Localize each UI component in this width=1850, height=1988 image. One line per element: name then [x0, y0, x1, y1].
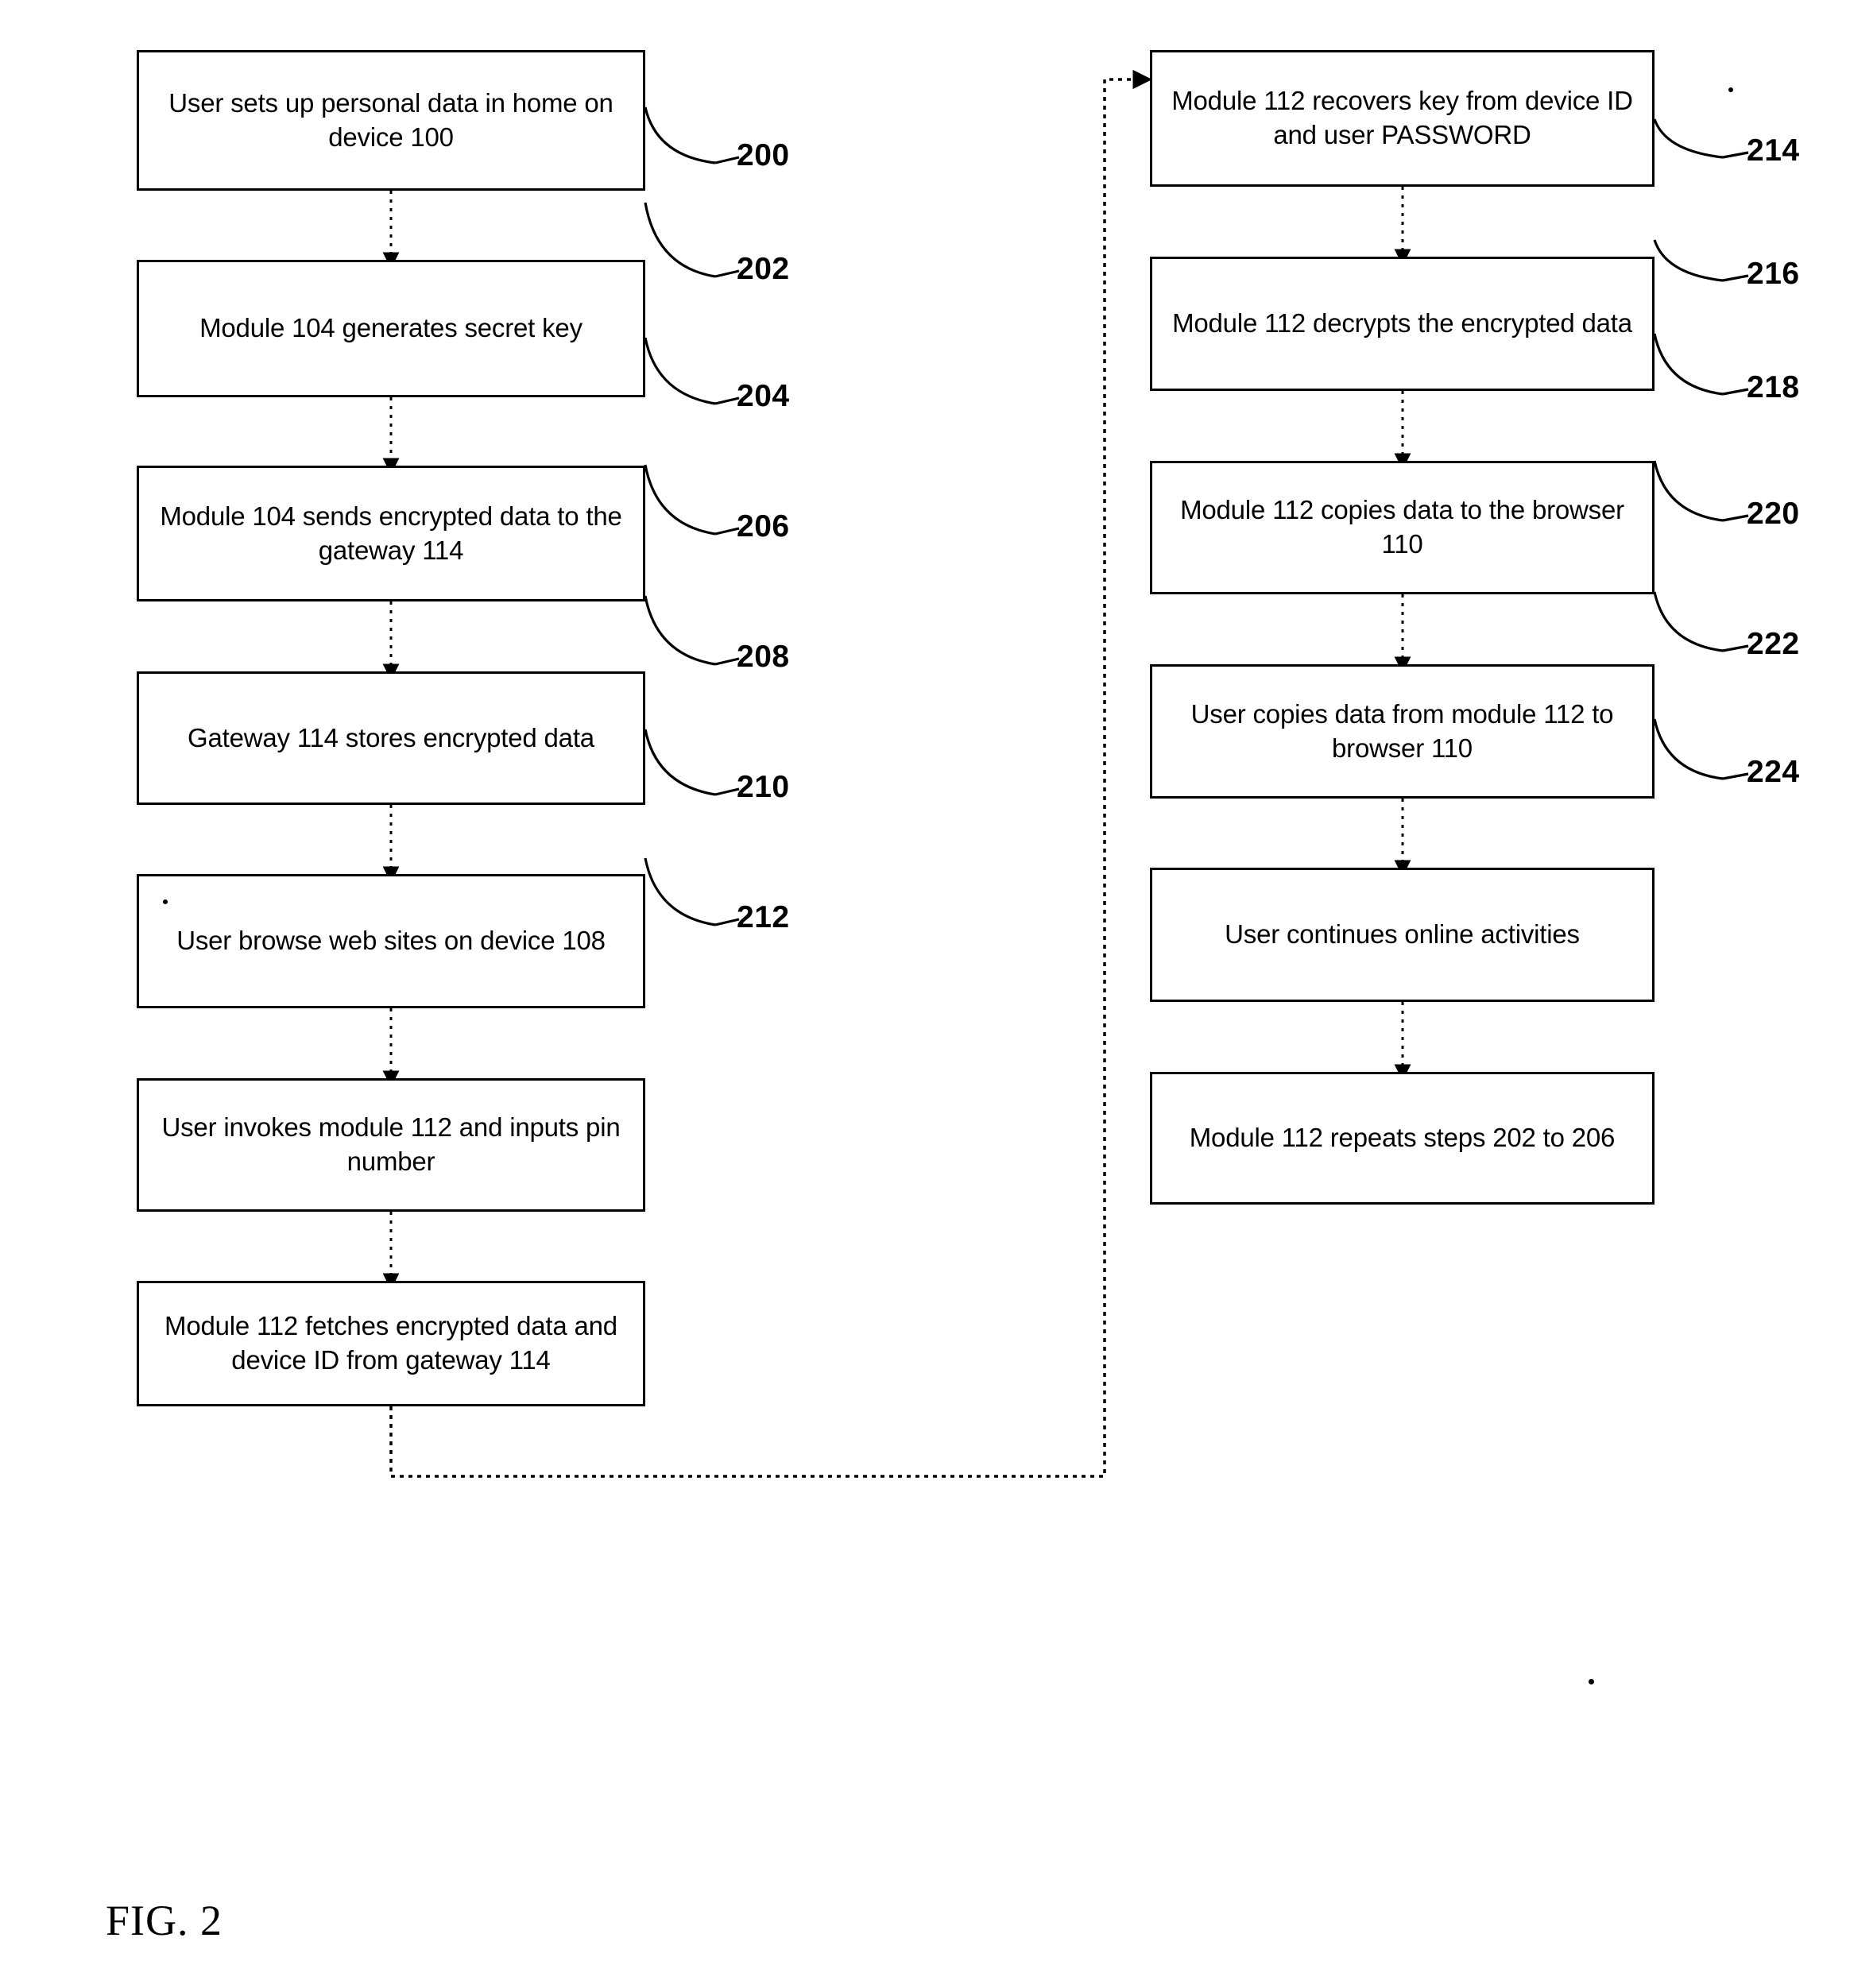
- reference-numeral-208: 208: [737, 640, 790, 674]
- reference-numeral-206: 206: [737, 509, 790, 543]
- flow-node-206[interactable]: Gateway 114 stores encrypted data: [137, 671, 645, 805]
- leader-tail-216: [1722, 274, 1749, 282]
- leader-tail-220: [1722, 514, 1749, 522]
- scan-speck-lower-right: [1589, 1679, 1594, 1684]
- flow-node-218[interactable]: Module 112 copies data to the browser 11…: [1150, 461, 1655, 594]
- right-leader-tails: [1722, 151, 1749, 780]
- flow-node-216-label: Module 112 decrypts the encrypted data: [1172, 308, 1632, 338]
- flow-node-222[interactable]: User continues online activities: [1150, 868, 1655, 1002]
- flow-node-222-label: User continues online activities: [1225, 919, 1580, 950]
- leader-tail-206: [714, 527, 740, 536]
- leader-tail-202: [714, 269, 740, 278]
- flow-node-212[interactable]: Module 112 fetches encrypted data and de…: [137, 1281, 645, 1406]
- leader-216: [1653, 239, 1724, 282]
- figure-sheet: User sets up personal data in home on de…: [0, 0, 1850, 1988]
- leader-tail-200: [714, 156, 740, 164]
- flow-node-214-label: Module 112 recovers key from device ID a…: [1171, 86, 1633, 149]
- leader-224: [1653, 718, 1724, 780]
- reference-numeral-224: 224: [1747, 755, 1800, 789]
- flow-node-204[interactable]: Module 104 sends encrypted data to the g…: [137, 466, 645, 601]
- leader-tail-210: [714, 787, 740, 796]
- reference-numeral-216: 216: [1747, 257, 1800, 291]
- leader-218: [1653, 333, 1724, 396]
- leader-tail-204: [714, 396, 740, 405]
- flow-node-208[interactable]: User browse web sites on device 108: [137, 874, 645, 1008]
- flow-node-200-label: User sets up personal data in home on de…: [168, 87, 613, 152]
- leader-220: [1653, 460, 1724, 522]
- flow-node-218-label: Module 112 copies data to the browser 11…: [1180, 495, 1624, 559]
- left-leader-lines: [644, 106, 716, 926]
- flow-node-208-label: User browse web sites on device 108: [176, 926, 606, 956]
- leader-212: [644, 857, 716, 926]
- leader-208: [644, 595, 716, 666]
- reference-numeral-214: 214: [1747, 133, 1800, 168]
- reference-numeral-218: 218: [1747, 370, 1800, 404]
- flow-node-216[interactable]: Module 112 decrypts the encrypted data: [1150, 257, 1655, 391]
- leader-222: [1653, 591, 1724, 652]
- leader-204: [644, 337, 716, 405]
- reference-numeral-210: 210: [737, 770, 790, 804]
- flow-node-212-label: Module 112 fetches encrypted data and de…: [164, 1311, 617, 1375]
- flow-node-224-label: Module 112 repeats steps 202 to 206: [1189, 1123, 1616, 1153]
- flow-node-220-label: User copies data from module 112 to brow…: [1190, 698, 1614, 763]
- right-leader-lines: [1653, 118, 1724, 780]
- flow-node-202-label: Module 104 generates secret key: [199, 313, 582, 343]
- flow-node-206-label: Gateway 114 stores encrypted data: [188, 722, 594, 752]
- reference-numeral-204: 204: [737, 379, 790, 413]
- scan-speck-box-208: [163, 899, 168, 904]
- flow-node-210-label: User invokes module 112 and inputs pin n…: [161, 1112, 621, 1176]
- leader-tail-212: [714, 918, 740, 926]
- figure-caption: FIG. 2: [106, 1897, 223, 1944]
- leader-tail-218: [1722, 388, 1749, 396]
- flow-node-200[interactable]: User sets up personal data in home on de…: [137, 50, 645, 191]
- leader-tail-214: [1722, 151, 1749, 159]
- leader-206: [644, 464, 716, 536]
- flow-node-202[interactable]: Module 104 generates secret key: [137, 260, 645, 397]
- flow-node-210[interactable]: User invokes module 112 and inputs pin n…: [137, 1078, 645, 1212]
- reference-numeral-200: 200: [737, 138, 790, 172]
- reference-numeral-212: 212: [737, 900, 790, 934]
- leader-tail-208: [714, 657, 740, 666]
- leader-tail-222: [1722, 644, 1749, 652]
- flow-node-220[interactable]: User copies data from module 112 to brow…: [1150, 664, 1655, 799]
- leader-210: [644, 729, 716, 796]
- reference-numeral-222: 222: [1747, 627, 1800, 661]
- leader-214: [1653, 118, 1724, 159]
- scan-speck-top-right: [1728, 87, 1733, 92]
- flow-node-224[interactable]: Module 112 repeats steps 202 to 206: [1150, 1072, 1655, 1205]
- reference-numeral-202: 202: [737, 252, 790, 286]
- leader-202: [644, 202, 716, 278]
- left-leader-tails: [714, 156, 740, 926]
- leader-tail-224: [1722, 772, 1749, 780]
- flow-node-214[interactable]: Module 112 recovers key from device ID a…: [1150, 50, 1655, 187]
- flow-node-204-label: Module 104 sends encrypted data to the g…: [160, 501, 622, 565]
- reference-numeral-220: 220: [1747, 497, 1800, 531]
- leader-200: [644, 106, 716, 164]
